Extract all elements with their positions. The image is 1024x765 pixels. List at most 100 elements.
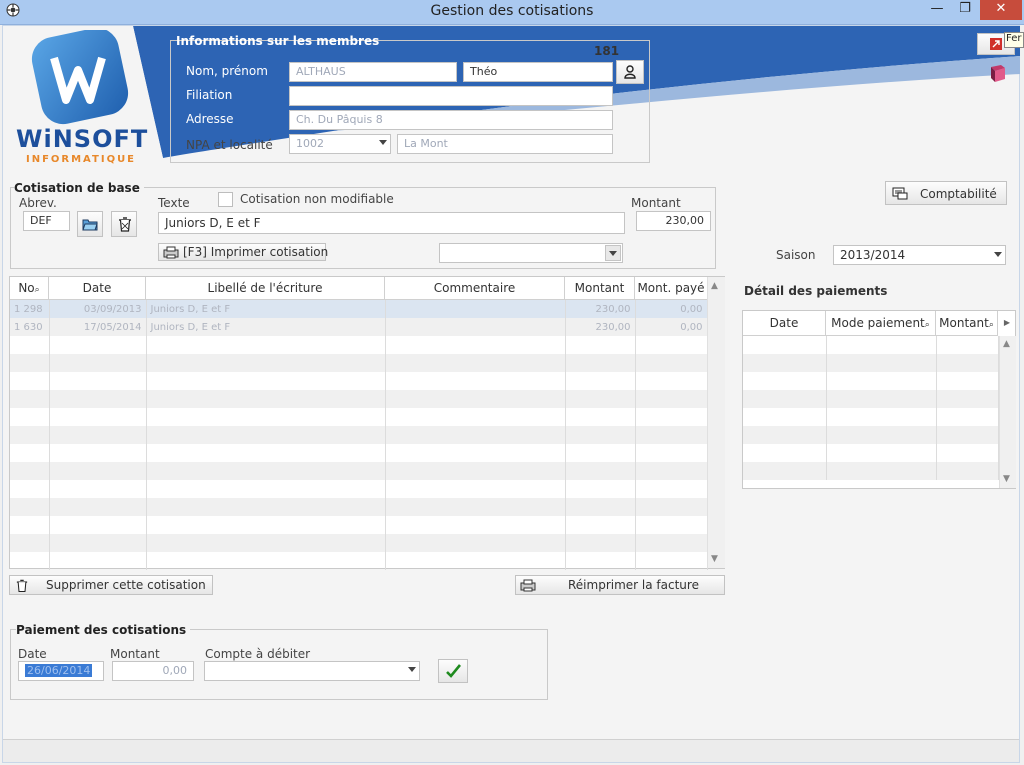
table-cell (146, 552, 386, 570)
validate-payment-button[interactable] (438, 659, 468, 683)
non-modifiable-label: Cotisation non modifiable (240, 192, 394, 206)
montant-field[interactable]: 230,00 (636, 211, 711, 231)
table-cell (385, 480, 566, 498)
table-row[interactable] (10, 498, 708, 516)
table-row[interactable] (10, 336, 708, 354)
table-cell (146, 372, 386, 390)
detail-scroll-right[interactable]: ▶ (999, 311, 1015, 335)
delete-cotisation-button[interactable]: Supprimer cette cotisation (9, 575, 213, 595)
maximize-button[interactable]: ❐ (952, 0, 978, 20)
table-cell (635, 390, 708, 408)
payment-date-field[interactable]: 26/06/2014 (18, 661, 104, 681)
table-cell: Juniors D, E et F (146, 318, 386, 336)
table-cell (635, 552, 708, 570)
table-row[interactable] (743, 462, 999, 480)
table-row[interactable] (10, 408, 708, 426)
table-cell (635, 354, 708, 372)
search-icon: ⌕ (988, 320, 994, 330)
reprint-invoice-button[interactable]: Réimprimer la facture (515, 575, 725, 595)
scroll-up-icon[interactable]: ▲ (1003, 339, 1010, 349)
combo-dropdown-button[interactable] (605, 245, 621, 261)
first-name-field[interactable]: Théo (463, 62, 613, 82)
table-cell (49, 390, 147, 408)
saison-value: 2013/2014 (840, 248, 906, 262)
scroll-down-icon[interactable]: ▼ (1003, 474, 1010, 484)
npa-combo[interactable]: 1002 (289, 134, 391, 154)
table-cell: 230,00 (565, 318, 636, 336)
abrev-field[interactable]: DEF (23, 211, 70, 231)
scroll-down-icon[interactable]: ▼ (711, 554, 718, 564)
table-row[interactable] (10, 426, 708, 444)
detail-col-date-header[interactable]: Date (743, 311, 826, 335)
grid-header: No⌕ Date Libellé de l'écriture Commentai… (10, 277, 707, 300)
base-combo[interactable] (439, 243, 623, 263)
close-button[interactable]: ✕ (980, 0, 1022, 20)
payment-montant-field[interactable]: 0,00 (112, 661, 194, 681)
table-row[interactable] (743, 372, 999, 390)
table-row[interactable] (743, 444, 999, 462)
help-book-button[interactable] (989, 64, 1007, 84)
col-commentaire-header[interactable]: Commentaire (385, 277, 565, 299)
table-row[interactable] (743, 408, 999, 426)
detail-grid-header: Date Mode paiement⌕ Montant⌕ (743, 311, 998, 336)
table-row[interactable] (743, 390, 999, 408)
compte-combo[interactable] (204, 661, 420, 681)
table-cell (10, 480, 50, 498)
scroll-up-icon[interactable]: ▲ (711, 281, 718, 291)
table-cell: 1 298 (10, 300, 50, 318)
table-row[interactable] (10, 516, 708, 534)
clear-cotisation-button[interactable] (111, 211, 137, 237)
table-cell (565, 534, 636, 552)
saison-combo[interactable]: 2013/2014 (833, 245, 1006, 265)
table-row[interactable]: 1 630 17/05/2014 Juniors D, E et F 230,00 0,… (10, 318, 708, 336)
col-libelle-header[interactable]: Libellé de l'écriture (146, 277, 385, 299)
col-montpaye-header[interactable]: Mont. payé (635, 277, 707, 299)
comptabilite-button[interactable]: Comptabilité (885, 181, 1007, 205)
table-row[interactable] (743, 336, 999, 354)
table-cell (565, 516, 636, 534)
non-modifiable-checkbox[interactable] (218, 192, 233, 207)
table-cell (635, 372, 708, 390)
open-cotisation-button[interactable] (77, 211, 103, 237)
texte-field[interactable]: Juniors D, E et F (158, 212, 625, 234)
exit-icon (990, 38, 1002, 53)
locality-field[interactable]: La Mont (397, 134, 613, 154)
last-name-field[interactable]: ALTHAUS (289, 62, 457, 82)
table-row[interactable] (743, 426, 999, 444)
col-no-header[interactable]: No⌕ (10, 277, 49, 299)
address-field[interactable]: Ch. Du Pâquis 8 (289, 110, 613, 130)
col-montant-header[interactable]: Montant (565, 277, 635, 299)
grid-body: 1 298 03/09/2013 Juniors D, E et F 230,00 0,… (10, 300, 708, 570)
table-row[interactable] (10, 444, 708, 462)
table-cell (10, 462, 50, 480)
table-row[interactable] (10, 552, 708, 570)
print-cotisation-button[interactable]: [F3] Imprimer cotisation (158, 243, 328, 261)
table-cell (49, 372, 147, 390)
detail-scrollbar[interactable]: ▲ ▼ (999, 336, 1016, 488)
table-cell (49, 480, 147, 498)
grid-scrollbar[interactable]: ▲ ▼ (707, 277, 725, 568)
table-cell (49, 498, 147, 516)
name-label: Nom, prénom (186, 64, 268, 78)
table-row[interactable] (10, 390, 708, 408)
logo-sub-text: INFORMATIQUE (25, 154, 137, 165)
table-row[interactable] (10, 462, 708, 480)
member-search-button[interactable] (616, 60, 644, 84)
col-date-header[interactable]: Date (49, 277, 146, 299)
table-row[interactable] (10, 480, 708, 498)
detail-col-montant-header[interactable]: Montant⌕ (936, 311, 998, 335)
table-cell (565, 552, 636, 570)
table-cell (10, 534, 50, 552)
minimize-button[interactable]: — (922, 0, 952, 20)
table-cell (49, 534, 147, 552)
table-row[interactable] (10, 354, 708, 372)
table-row[interactable] (743, 354, 999, 372)
table-cell (936, 408, 999, 426)
table-cell (826, 444, 937, 462)
table-row[interactable]: 1 298 03/09/2013 Juniors D, E et F 230,00 0,… (10, 300, 708, 318)
table-row[interactable] (10, 534, 708, 552)
detail-col-mode-header[interactable]: Mode paiement⌕ (826, 311, 936, 335)
table-row[interactable] (10, 372, 708, 390)
winsoft-logo: WiNSOFT INFORMATIQUE (14, 27, 154, 170)
filiation-field[interactable] (289, 86, 613, 106)
